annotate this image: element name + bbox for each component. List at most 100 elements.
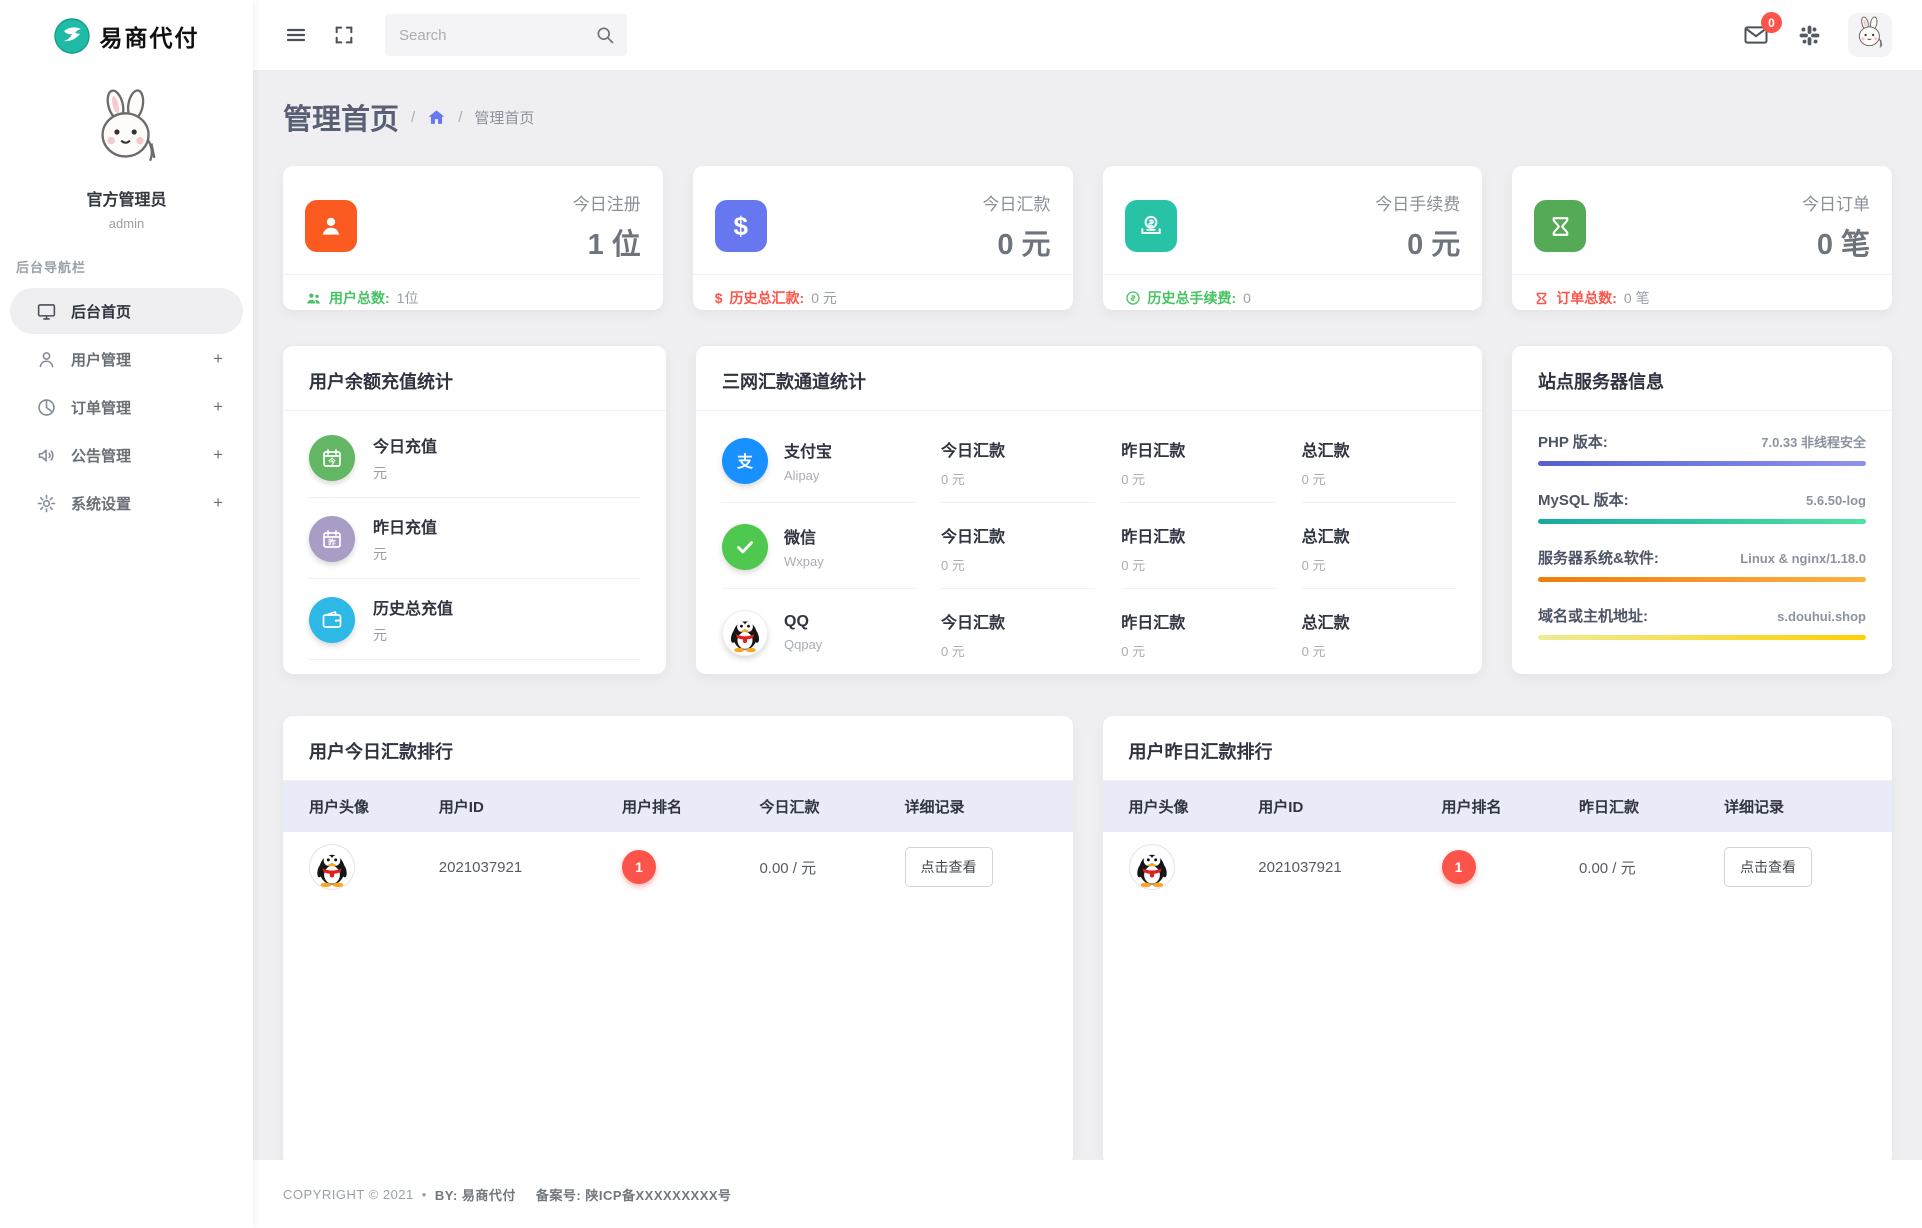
expand-plus-icon[interactable]: + [213, 493, 223, 513]
dollar-small-icon: $ [715, 290, 723, 306]
brand-name: 易商代付 [100, 19, 200, 53]
recharge-stats-card: 用户余额充值统计 今 今日充值 元 [283, 346, 666, 674]
channel-stat-value: 0 元 [941, 555, 1095, 574]
sidebar-item-label: 系统设置 [71, 493, 199, 514]
channel-stat-value: 0 元 [941, 469, 1095, 488]
card-title: 用户余额充值统计 [309, 372, 453, 392]
monitor-icon [36, 301, 57, 322]
progress-bar [1538, 635, 1866, 640]
table-header: 用户头像 用户ID 用户排名 昨日汇款 详细记录 [1103, 781, 1893, 832]
search-box [385, 14, 627, 56]
svg-text:昨: 昨 [328, 537, 336, 547]
search-icon[interactable] [595, 25, 615, 45]
channel-stat-label: 昨日汇款 [1121, 437, 1275, 461]
speaker-icon [36, 445, 57, 466]
topbar-avatar[interactable] [1848, 13, 1892, 57]
rank-tables-row: 用户今日汇款排行 用户头像 用户ID 用户排名 今日汇款 详细记录 202103… [283, 716, 1892, 1160]
recharge-label: 今日充值 [373, 433, 437, 457]
server-row-os: 服务器系统&软件: Linux & nginx/1.18.0 [1538, 547, 1866, 582]
stat-title: 今日汇款 [767, 190, 1051, 215]
column-header: 用户头像 [309, 796, 439, 817]
expand-plus-icon[interactable]: + [213, 397, 223, 417]
user-avatar [81, 86, 173, 178]
stat-footer-value: 0 笔 [1624, 288, 1650, 308]
column-header: 用户ID [439, 796, 622, 817]
hamburger-menu-icon[interactable] [283, 22, 309, 48]
progress-bar [1538, 461, 1866, 466]
middle-row: 用户余额充值统计 今 今日充值 元 [283, 346, 1892, 674]
page-footer: COPYRIGHT © 2021 • BY: 易商代付 备案号: 陕ICP备XX… [253, 1160, 1922, 1228]
apps-icon[interactable] [1796, 22, 1822, 48]
rank-badge: 1 [1442, 850, 1476, 884]
person-icon [305, 200, 357, 252]
stat-card-orders: 今日订单 0 笔 订单总数: 0 笔 [1512, 166, 1892, 310]
view-details-button[interactable]: 点击查看 [905, 847, 993, 887]
channel-sub: Qqpay [784, 637, 822, 652]
sidebar-item-settings[interactable]: 系统设置 + [10, 480, 243, 526]
table-header: 用户头像 用户ID 用户排名 今日汇款 详细记录 [283, 781, 1073, 832]
stat-value: 0 笔 [1586, 221, 1870, 263]
channel-stat-label: 今日汇款 [941, 523, 1095, 547]
expand-plus-icon[interactable]: + [213, 445, 223, 465]
channel-name: 支付宝 [784, 438, 832, 462]
table-row: 2021037921 1 0.00 / 元 点击查看 [283, 832, 1073, 902]
channel-stat-value: 0 元 [1121, 641, 1275, 660]
card-title: 三网汇款通道统计 [722, 372, 866, 392]
expand-plus-icon[interactable]: + [213, 349, 223, 369]
search-input[interactable] [385, 14, 627, 56]
view-details-button[interactable]: 点击查看 [1724, 847, 1812, 887]
breadcrumb-separator: / [411, 109, 415, 126]
stat-footer-label: 历史总手续费: [1148, 288, 1237, 308]
brand[interactable]: 易商代付 [0, 0, 253, 72]
server-row-mysql: MySQL 版本: 5.6.50-log [1538, 489, 1866, 524]
channel-row-wechat: 微信 Wxpay 今日汇款0 元 昨日汇款0 元 总汇款0 元 [722, 503, 1456, 589]
sidebar-item-users[interactable]: 用户管理 + [10, 336, 243, 382]
breadcrumb: 管理首页 / / 管理首页 [283, 96, 1892, 138]
column-header: 用户排名 [1442, 796, 1579, 817]
column-header: 详细记录 [905, 796, 1073, 817]
sidebar-item-announcements[interactable]: 公告管理 + [10, 432, 243, 478]
alipay-icon: 支 [722, 438, 768, 484]
channel-stat-label: 总汇款 [1302, 437, 1456, 461]
recharge-label: 昨日充值 [373, 514, 437, 538]
profile-display-name: 官方管理员 [0, 186, 253, 210]
mail-button[interactable]: 0 [1742, 21, 1770, 49]
server-label: 服务器系统&软件: [1538, 547, 1659, 568]
stat-footer-label: 订单总数: [1556, 288, 1617, 308]
recharge-value: 元 [373, 463, 437, 483]
page-title: 管理首页 [283, 96, 399, 138]
svg-text:支: 支 [736, 452, 754, 471]
wechat-icon [722, 524, 768, 570]
fullscreen-icon[interactable] [331, 22, 357, 48]
svg-text:今: 今 [327, 456, 336, 466]
home-icon[interactable] [427, 108, 446, 127]
recharge-row-today: 今 今日充值 元 [309, 417, 640, 498]
channel-sub: Wxpay [784, 554, 824, 569]
server-label: PHP 版本: [1538, 431, 1608, 452]
server-value: 7.0.33 非线程安全 [1761, 432, 1866, 451]
stat-footer-value: 0 [1243, 290, 1251, 306]
server-value: 5.6.50-log [1806, 493, 1866, 508]
mail-badge: 0 [1761, 12, 1782, 33]
sidebar-item-label: 公告管理 [71, 445, 199, 466]
users-group-icon [305, 290, 322, 307]
channels-card: 三网汇款通道统计 支 支付宝 Alipay [696, 346, 1482, 674]
rank-badge: 1 [622, 850, 656, 884]
gear-icon [36, 493, 57, 514]
channel-stat-label: 今日汇款 [941, 437, 1095, 461]
sidebar-item-orders[interactable]: 订单管理 + [10, 384, 243, 430]
channel-stat-label: 总汇款 [1302, 609, 1456, 633]
footer-record: 备案号: 陕ICP备XXXXXXXXX号 [536, 1185, 732, 1204]
amount-cell: 0.00 / 元 [1579, 857, 1724, 878]
progress-bar [1538, 519, 1866, 524]
sidebar-item-dashboard[interactable]: 后台首页 [10, 288, 243, 334]
sidebar-item-label: 后台首页 [71, 301, 223, 322]
channel-stat-value: 0 元 [1302, 555, 1456, 574]
channel-row-alipay: 支 支付宝 Alipay 今日汇款0 元 昨日汇款0 元 总汇款0 元 [722, 417, 1456, 503]
calendar-today-icon: 今 [309, 435, 355, 481]
coin-icon [1125, 290, 1141, 306]
breadcrumb-separator: / [458, 109, 462, 126]
channel-stat-value: 0 元 [1302, 469, 1456, 488]
user-id-cell: 2021037921 [1258, 859, 1441, 876]
channel-name: 微信 [784, 524, 824, 548]
